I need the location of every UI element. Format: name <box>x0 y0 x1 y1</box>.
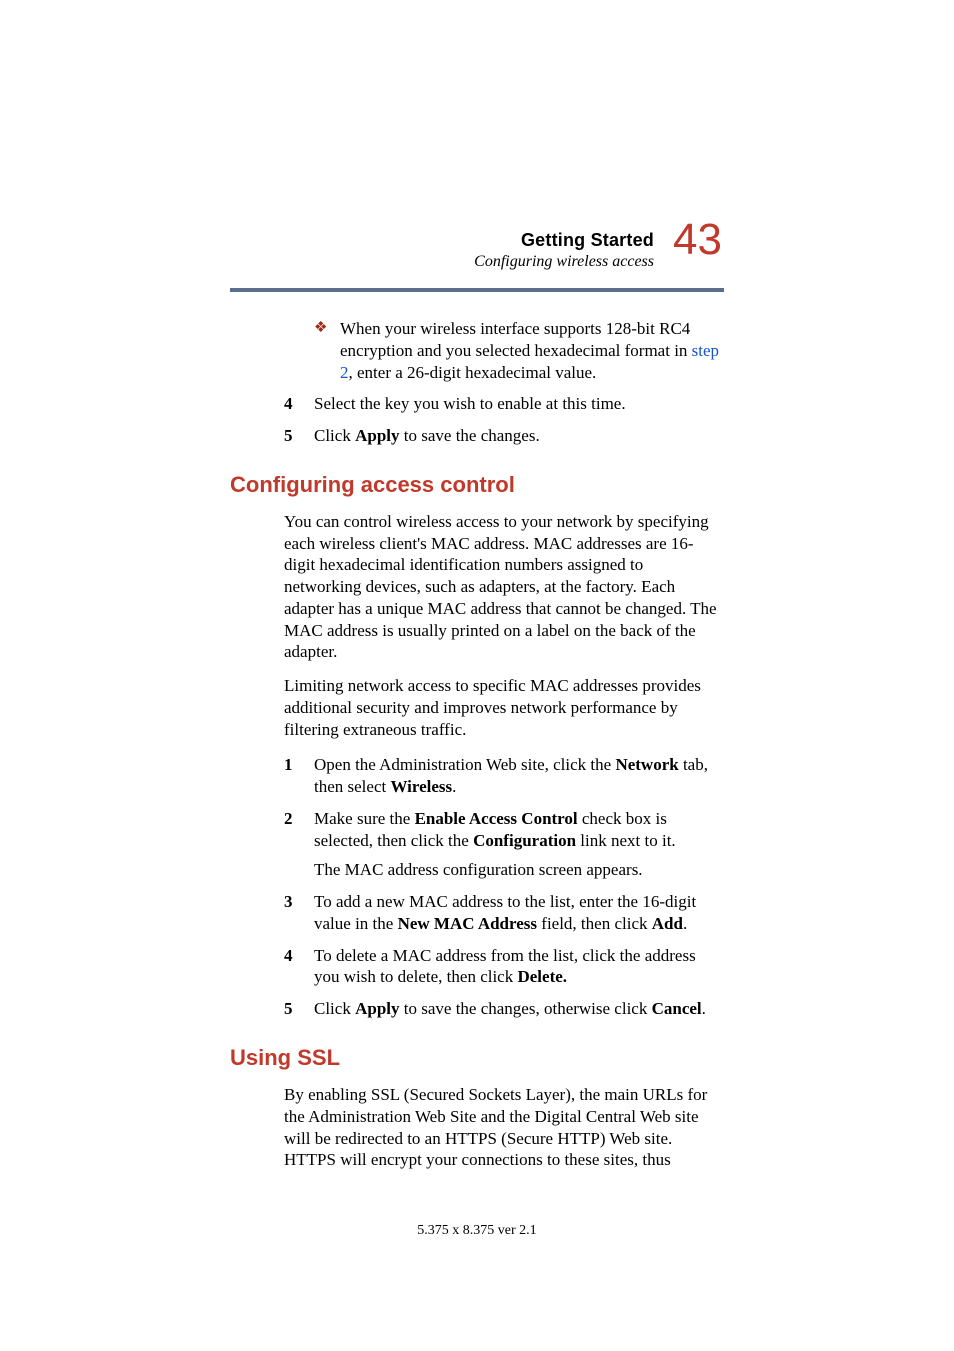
document-page: 43 Getting Started Configuring wireless … <box>0 0 954 1351</box>
bold-text: Configuration <box>473 831 576 850</box>
step-number: 4 <box>284 945 314 989</box>
chapter-title: Getting Started <box>474 230 654 251</box>
text: . <box>702 999 706 1018</box>
text: When your wireless interface supports 12… <box>340 319 692 360</box>
paragraph: Limiting network access to specific MAC … <box>284 675 724 740</box>
step-2: 2 Make sure the Enable Access Control ch… <box>284 808 724 852</box>
text: . <box>683 914 687 933</box>
diamond-bullet-icon: ❖ <box>314 318 340 383</box>
step-number: 5 <box>284 425 314 447</box>
text: to save the changes, otherwise click <box>400 999 652 1018</box>
heading-using-ssl: Using SSL <box>230 1044 724 1072</box>
step-4: 4 Select the key you wish to enable at t… <box>284 393 724 415</box>
heading-access-control: Configuring access control <box>230 471 724 499</box>
step-number: 3 <box>284 891 314 935</box>
text: . <box>452 777 456 796</box>
bold-text: Enable Access Control <box>415 809 578 828</box>
list-item: ❖ When your wireless interface supports … <box>314 318 724 383</box>
step-number: 4 <box>284 393 314 415</box>
step-number: 5 <box>284 998 314 1020</box>
step-text: Select the key you wish to enable at thi… <box>314 393 724 415</box>
paragraph: You can control wireless access to your … <box>284 511 724 663</box>
bullet-text: When your wireless interface supports 12… <box>340 318 724 383</box>
step-text: Click Apply to save the changes, otherwi… <box>314 998 724 1020</box>
step-3: 3 To add a new MAC address to the list, … <box>284 891 724 935</box>
bold-text: Network <box>615 755 678 774</box>
bold-text: Apply <box>355 426 399 445</box>
step-number: 1 <box>284 754 314 798</box>
text: Open the Administration Web site, click … <box>314 755 615 774</box>
step-text: Make sure the Enable Access Control chec… <box>314 808 724 852</box>
step-text: Click Apply to save the changes. <box>314 425 724 447</box>
text: Click <box>314 426 355 445</box>
text: , enter a 26-digit hexadecimal value. <box>349 363 597 382</box>
page-content: ❖ When your wireless interface supports … <box>230 318 724 1171</box>
step-text: Open the Administration Web site, click … <box>314 754 724 798</box>
step-text: To add a new MAC address to the list, en… <box>314 891 724 935</box>
bold-text: Apply <box>355 999 399 1018</box>
text: Click <box>314 999 355 1018</box>
bold-text: New MAC Address <box>398 914 537 933</box>
bold-text: Delete. <box>517 967 567 986</box>
step-4b: 4 To delete a MAC address from the list,… <box>284 945 724 989</box>
paragraph: By enabling SSL (Secured Sockets Layer),… <box>284 1084 724 1171</box>
text: To delete a MAC address from the list, c… <box>314 946 696 987</box>
step-text: To delete a MAC address from the list, c… <box>314 945 724 989</box>
step-follow-text: The MAC address configuration screen app… <box>314 859 724 881</box>
page-number: 43 <box>673 218 722 262</box>
text: Make sure the <box>314 809 415 828</box>
section-title: Configuring wireless access <box>474 253 654 271</box>
bold-text: Add <box>652 914 683 933</box>
step-5: 5 Click Apply to save the changes. <box>284 425 724 447</box>
bold-text: Wireless <box>390 777 452 796</box>
step-5b: 5 Click Apply to save the changes, other… <box>284 998 724 1020</box>
bold-text: Cancel <box>652 999 702 1018</box>
text: field, then click <box>537 914 652 933</box>
step-number: 2 <box>284 808 314 852</box>
page-footer: 5.375 x 8.375 ver 2.1 <box>0 1223 954 1239</box>
header-rule <box>230 288 724 292</box>
running-head: Getting Started Configuring wireless acc… <box>474 230 654 271</box>
text: to save the changes. <box>400 426 540 445</box>
text: link next to it. <box>576 831 676 850</box>
step-1: 1 Open the Administration Web site, clic… <box>284 754 724 798</box>
